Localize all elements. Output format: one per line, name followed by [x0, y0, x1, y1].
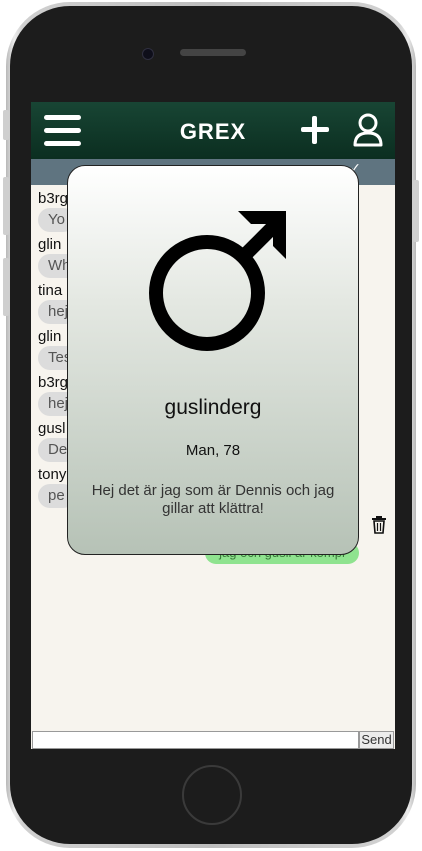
power-button	[413, 180, 419, 242]
message-username[interactable]: glin	[38, 236, 61, 253]
message-username[interactable]: glin	[38, 328, 61, 345]
front-camera	[142, 48, 154, 60]
volume-down-button	[3, 258, 9, 316]
app-title: GREX	[179, 119, 247, 144]
message-username[interactable]: tina	[38, 282, 62, 299]
message-username[interactable]: b3rg	[38, 374, 68, 391]
message-username[interactable]: gusl	[38, 420, 66, 437]
profile-gender-age: Man, 78	[185, 442, 241, 459]
trash-icon[interactable]	[371, 516, 387, 534]
profile-username: guslinderg	[164, 396, 262, 419]
message-composer: Send	[31, 731, 395, 749]
mute-switch	[3, 110, 9, 140]
profile-popup: guslinderg Man, 78 Hej det är jag som är…	[67, 165, 359, 555]
message-username[interactable]: tony	[38, 466, 66, 483]
message-input[interactable]	[32, 731, 359, 749]
app-header: GREX	[31, 102, 395, 159]
send-button[interactable]: Send	[359, 731, 394, 749]
plus-icon[interactable]	[301, 116, 329, 144]
message-username[interactable]: b3rg	[38, 190, 68, 207]
earpiece-speaker	[180, 49, 246, 56]
home-button[interactable]	[182, 765, 242, 825]
volume-up-button	[3, 177, 9, 235]
profile-bio: Hej det är jag som är Dennis och jag gil…	[91, 482, 335, 517]
male-symbol-icon	[149, 211, 286, 351]
user-icon[interactable]	[353, 113, 383, 147]
